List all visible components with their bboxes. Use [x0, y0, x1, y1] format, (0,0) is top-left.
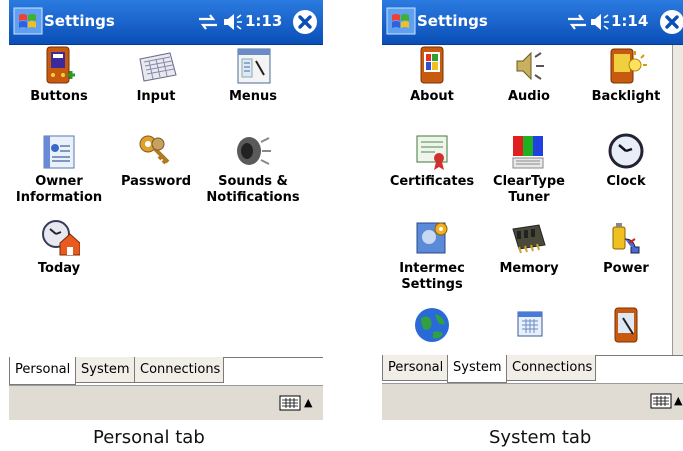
volume-icon[interactable] — [223, 12, 243, 32]
settings-icon-grid: About Audio Backlight Certificates Clear… — [382, 45, 671, 355]
keyboard-sip-icon[interactable] — [279, 394, 301, 412]
settings-item-buttons[interactable]: Buttons — [9, 45, 109, 105]
settings-item-label: Buttons — [30, 89, 88, 104]
settings-item-about[interactable]: About — [382, 45, 482, 105]
settings-item-label: About — [410, 89, 454, 104]
tab-bar: Personal System Connections — [9, 357, 323, 386]
settings-item-certificates[interactable]: Certificates — [382, 130, 482, 190]
settings-item-intermec-settings[interactable]: Intermec Settings — [382, 217, 482, 293]
certificate-icon — [416, 135, 448, 170]
clock-time[interactable]: 1:14 — [611, 12, 648, 30]
settings-item-memory[interactable]: Memory — [479, 217, 579, 277]
calendar-icon — [517, 311, 543, 337]
sip-arrow-up-icon[interactable]: ▲ — [304, 396, 312, 409]
tab-connections[interactable]: Connections — [506, 355, 596, 381]
tab-system[interactable]: System — [75, 357, 135, 383]
buttons-icon — [46, 46, 75, 84]
sip-arrow-up-icon[interactable]: ▲ — [674, 394, 682, 407]
settings-item-input[interactable]: Input — [106, 45, 206, 105]
clock-time[interactable]: 1:13 — [245, 12, 282, 30]
tab-bar: Personal System Connections — [382, 355, 683, 384]
settings-item-label: Today — [37, 261, 81, 276]
close-icon[interactable] — [659, 9, 683, 35]
vertical-scrollbar[interactable] — [672, 45, 683, 355]
settings-item-remove-programs[interactable] — [479, 304, 579, 348]
keys-icon — [139, 135, 170, 165]
audio-icon — [516, 51, 544, 81]
title-bar: Settings 1:13 — [9, 0, 323, 45]
network-icon[interactable] — [566, 13, 588, 31]
device-screen-system: Settings 1:14 About Audio Backlight Cert… — [382, 0, 683, 420]
settings-item-label: Sounds & Notifications — [206, 174, 300, 205]
settings-item-label: Audio — [507, 89, 550, 104]
settings-item-label: Password — [120, 174, 192, 189]
settings-item-today[interactable]: Today — [9, 217, 109, 277]
settings-item-password[interactable]: Password — [106, 130, 206, 190]
settings-item-label: Owner Information — [15, 174, 103, 205]
menus-icon — [237, 48, 271, 84]
tab-personal[interactable]: Personal — [382, 355, 448, 381]
caption-personal-tab: Personal tab — [93, 427, 205, 448]
settings-icon-grid: Buttons Input Menus Owner Information Pa… — [9, 45, 323, 355]
settings-item-clock[interactable]: Clock — [576, 130, 671, 190]
device-screen-personal: Settings 1:13 Buttons Input Menus Owner … — [9, 0, 323, 420]
power-icon — [612, 223, 640, 254]
cleartype-icon — [512, 136, 544, 169]
keyboard-sip-icon[interactable] — [650, 392, 672, 410]
settings-item-label: Memory — [499, 261, 559, 276]
app-title: Settings — [44, 12, 115, 30]
menu-bar: ▲ — [9, 385, 323, 420]
caption-system-tab: System tab — [489, 427, 592, 448]
network-icon[interactable] — [197, 13, 219, 31]
settings-item-label: Certificates — [389, 174, 475, 189]
today-icon — [42, 220, 80, 256]
keyboard-icon — [139, 52, 177, 82]
settings-item-label: Menus — [228, 89, 277, 104]
memory-icon — [512, 224, 546, 254]
settings-item-sounds-notifications[interactable]: Sounds & Notifications — [203, 130, 303, 206]
owner-information-icon — [43, 135, 75, 169]
settings-item-label: ClearType Tuner — [493, 174, 565, 205]
volume-icon[interactable] — [590, 12, 610, 32]
windows-start-icon[interactable] — [386, 7, 416, 35]
settings-item-label: Backlight — [591, 89, 661, 104]
settings-item-cleartype-tuner[interactable]: ClearType Tuner — [479, 130, 579, 206]
settings-item-label: Intermec Settings — [399, 261, 465, 292]
title-bar: Settings 1:14 — [382, 0, 683, 45]
app-title: Settings — [417, 12, 488, 30]
clock-icon — [608, 133, 644, 169]
menu-bar: ▲ — [382, 383, 683, 420]
globe-icon — [415, 308, 449, 342]
tab-connections[interactable]: Connections — [134, 357, 224, 383]
settings-item-owner-information[interactable]: Owner Information — [9, 130, 109, 206]
tab-system[interactable]: System — [447, 355, 507, 383]
settings-item-menus[interactable]: Menus — [203, 45, 303, 105]
speaker-icon — [237, 137, 271, 165]
backlight-icon — [610, 48, 647, 84]
settings-item-label: Power — [603, 261, 649, 276]
settings-item-audio[interactable]: Audio — [479, 45, 579, 105]
windows-start-icon[interactable] — [13, 7, 43, 35]
settings-item-screen[interactable] — [576, 304, 671, 348]
settings-item-label: Clock — [606, 174, 646, 189]
settings-item-backlight[interactable]: Backlight — [576, 45, 671, 105]
pda-icon — [614, 307, 638, 343]
intermec-settings-icon — [416, 222, 448, 254]
settings-item-regional[interactable] — [382, 304, 482, 348]
tab-personal[interactable]: Personal — [9, 357, 76, 385]
settings-item-label: Input — [136, 89, 176, 104]
about-icon — [420, 46, 444, 84]
settings-item-power[interactable]: Power — [576, 217, 671, 277]
close-icon[interactable] — [292, 9, 318, 35]
